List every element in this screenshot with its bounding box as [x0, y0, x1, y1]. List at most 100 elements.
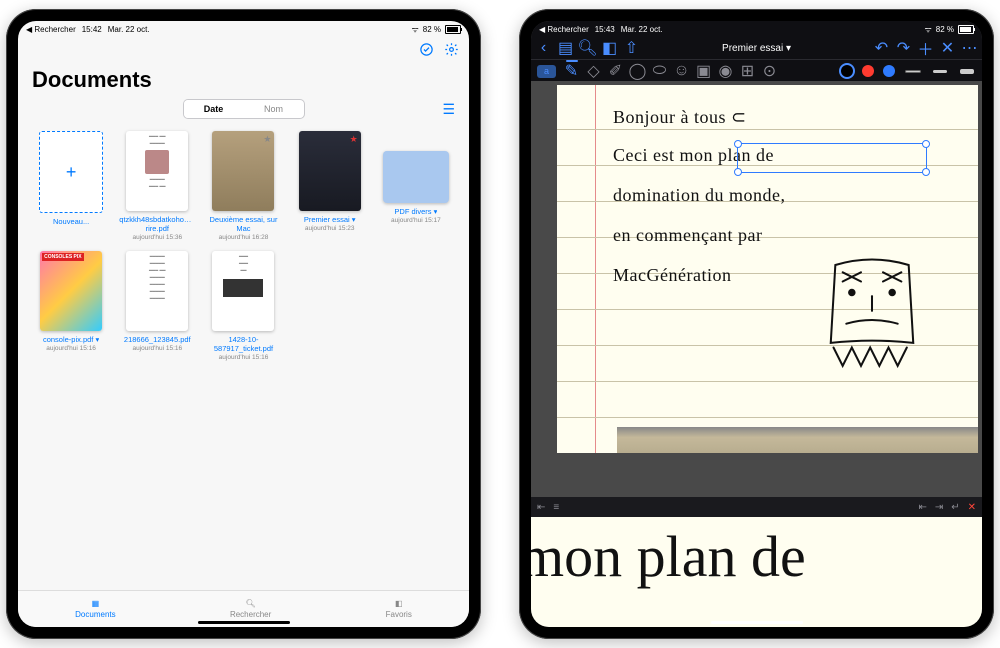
editor-toolbar: ‹ ▤ 🔍︎ ◧ ⇧ Premier essai ▾ ↶ ↷ ＋ ✕ ⋯ a ✎… — [531, 37, 982, 81]
zoom-pane[interactable]: mon plan de — [531, 517, 982, 627]
item-new[interactable]: + Nouveau... — [32, 131, 110, 241]
zoom-indent-icon[interactable]: ⇤ — [537, 502, 545, 513]
sort-segmented[interactable]: Date Nom — [183, 99, 305, 119]
folder-icon[interactable] — [383, 151, 449, 203]
ruler-tool-icon[interactable]: ⊞ — [741, 65, 754, 78]
tab-favorites[interactable]: ◧ Favoris — [386, 599, 412, 619]
home-indicator[interactable] — [198, 621, 290, 624]
status-back[interactable]: ◀ Rechercher — [26, 25, 76, 34]
item-folder[interactable]: PDF divers ▾ aujourd'hui 15:17 — [377, 131, 455, 241]
add-icon[interactable]: ＋ — [919, 42, 932, 55]
image-tool-icon[interactable]: ▣ — [697, 65, 710, 78]
highlighter-tool-icon[interactable]: ✐ — [609, 65, 622, 78]
undo-icon[interactable]: ↶ — [875, 42, 888, 55]
settings-icon[interactable] — [444, 42, 459, 60]
status-time: 15:43 — [595, 25, 615, 34]
status-bar: ◀ Rechercher 15:42 Mar. 22 oct. ᯤ 82 % — [18, 21, 469, 37]
item-pdf-2[interactable]: CONSOLES PIX console-pix.pdf ▾ aujourd'h… — [32, 251, 110, 361]
item-note-2[interactable]: ★ Premier essai ▾ aujourd'hui 15:23 — [291, 131, 369, 241]
active-tool-indicator — [566, 60, 578, 62]
documents-grid: + Nouveau... ━━━ ━━━━━━━━━━━━━━━ ━━ qtzk… — [18, 127, 469, 361]
record-tool-icon[interactable]: ⊙ — [763, 65, 776, 78]
thumbnail[interactable]: ━━━━━━━━━━━━━ ━━━━━━━━━━━━━━━━━━━━━━ — [126, 251, 188, 331]
back-icon[interactable]: ‹ — [537, 42, 550, 55]
star-icon: ★ — [350, 134, 358, 145]
thumbnail[interactable]: ★ — [299, 131, 361, 211]
search-icon: 🔍︎ — [246, 599, 256, 608]
status-bar: ◀ Rechercher 15:43 Mar. 22 oct. ᯤ 82 % — [531, 21, 982, 37]
zoom-toolbar: ⇤ ≡ ⇤ ⇥ ↵ ✕ — [531, 497, 982, 517]
screen-editor: ◀ Rechercher 15:43 Mar. 22 oct. ᯤ 82 % ‹… — [531, 21, 982, 627]
zoom-close-icon[interactable]: ✕ — [968, 502, 976, 513]
battery-percent: 82 % — [936, 25, 954, 34]
redo-icon[interactable]: ↷ — [897, 42, 910, 55]
thumbnail[interactable]: CONSOLES PIX — [40, 251, 102, 331]
inserted-photo[interactable] — [617, 427, 978, 453]
zoom-line-icon[interactable]: ≡ — [553, 502, 559, 513]
toolbar-row-2: a ✎ ◇ ✐ ◯ ⬭ ☺ ▣ ◉ ⊞ ⊙ — [531, 60, 982, 82]
segment-name[interactable]: Nom — [244, 100, 304, 118]
zoom-handwriting: mon plan de — [531, 523, 806, 590]
wifi-icon: ᯤ — [924, 24, 931, 35]
home-indicator[interactable] — [711, 621, 803, 624]
tab-search[interactable]: 🔍︎ Rechercher — [230, 599, 271, 619]
color-black[interactable] — [841, 65, 853, 77]
text-tool-icon[interactable]: a — [537, 65, 556, 78]
color-red[interactable] — [862, 65, 874, 77]
handwriting-line: Bonjour à tous ⊂ — [613, 107, 747, 128]
zoom-prev-icon[interactable]: ⇤ — [918, 502, 926, 513]
note-paper[interactable]: Bonjour à tous ⊂ Ceci est mon plan de do… — [557, 85, 978, 453]
thickness-1[interactable] — [904, 65, 922, 77]
toolbar-row-1: ‹ ▤ 🔍︎ ◧ ⇧ Premier essai ▾ ↶ ↷ ＋ ✕ ⋯ — [531, 37, 982, 60]
item-pdf-4[interactable]: ━━━━━━━━ 1428-10-587917_ticket.pdf aujou… — [204, 251, 282, 361]
thumbnail[interactable]: ━━━━━━━━ — [212, 251, 274, 331]
close-icon[interactable]: ✕ — [941, 42, 954, 55]
ipad-right: ◀ Rechercher 15:43 Mar. 22 oct. ᯤ 82 % ‹… — [519, 9, 994, 639]
status-time: 15:42 — [82, 25, 102, 34]
segment-date[interactable]: Date — [184, 100, 244, 118]
status-date: Mar. 22 oct. — [108, 25, 150, 34]
camera-tool-icon[interactable]: ◉ — [719, 65, 732, 78]
new-document-button[interactable]: + — [39, 131, 103, 213]
item-pdf-1[interactable]: ━━━ ━━━━━━━━━━━━━━━ ━━ qtzkkh48sbdatkoho… — [118, 131, 196, 241]
thumbnail[interactable]: ★ — [212, 131, 274, 211]
grid-icon: ▦ — [92, 599, 100, 608]
pages-icon[interactable]: ▤ — [559, 42, 572, 55]
item-pdf-3[interactable]: ━━━━━━━━━━━━━ ━━━━━━━━━━━━━━━━━━━━━━ 218… — [118, 251, 196, 361]
bookmark-icon: ◧ — [395, 599, 403, 608]
zoom-newline-icon[interactable]: ↵ — [951, 502, 959, 513]
item-note-1[interactable]: ★ Deuxième essai, sur Mac aujourd'hui 16… — [204, 131, 282, 241]
handwriting-line: en commençant par — [613, 225, 762, 246]
battery-icon — [958, 25, 974, 34]
list-view-icon[interactable]: ☰ — [442, 101, 455, 118]
status-back[interactable]: ◀ Rechercher — [539, 25, 589, 34]
lasso-tool-icon[interactable]: ⬭ — [653, 65, 666, 78]
wifi-icon: ᯤ — [411, 24, 418, 35]
search-icon[interactable]: 🔍︎ — [581, 42, 594, 55]
selection-box[interactable] — [737, 143, 927, 173]
shape-tool-icon[interactable]: ◯ — [631, 65, 644, 78]
page-title: Documents — [32, 67, 455, 93]
thickness-3[interactable] — [958, 65, 976, 77]
color-blue[interactable] — [883, 65, 895, 77]
sync-icon[interactable] — [419, 42, 434, 60]
battery-percent: 82 % — [423, 25, 441, 34]
pen-tool-icon[interactable]: ✎ — [565, 65, 578, 78]
battery-icon — [445, 25, 461, 34]
document-title[interactable]: Premier essai ▾ — [722, 43, 791, 54]
handwriting-line: MacGénération — [613, 265, 731, 286]
share-icon[interactable]: ⇧ — [625, 42, 638, 55]
thickness-2[interactable] — [931, 65, 949, 77]
ipad-left: ◀ Rechercher 15:42 Mar. 22 oct. ᯤ 82 % D… — [6, 9, 481, 639]
stamp-tool-icon[interactable]: ☺ — [675, 65, 688, 78]
tab-documents[interactable]: ▦ Documents — [75, 599, 115, 619]
bookmark-icon[interactable]: ◧ — [603, 42, 616, 55]
zoom-next-icon[interactable]: ⇥ — [935, 502, 943, 513]
eraser-tool-icon[interactable]: ◇ — [587, 65, 600, 78]
screen-documents: ◀ Rechercher 15:42 Mar. 22 oct. ᯤ 82 % D… — [18, 21, 469, 627]
star-icon: ★ — [263, 134, 271, 145]
status-date: Mar. 22 oct. — [621, 25, 663, 34]
thumbnail[interactable]: ━━━ ━━━━━━━━━━━━━━━ ━━ — [126, 131, 188, 211]
more-icon[interactable]: ⋯ — [963, 42, 976, 55]
canvas-area[interactable]: Bonjour à tous ⊂ Ceci est mon plan de do… — [531, 81, 982, 627]
